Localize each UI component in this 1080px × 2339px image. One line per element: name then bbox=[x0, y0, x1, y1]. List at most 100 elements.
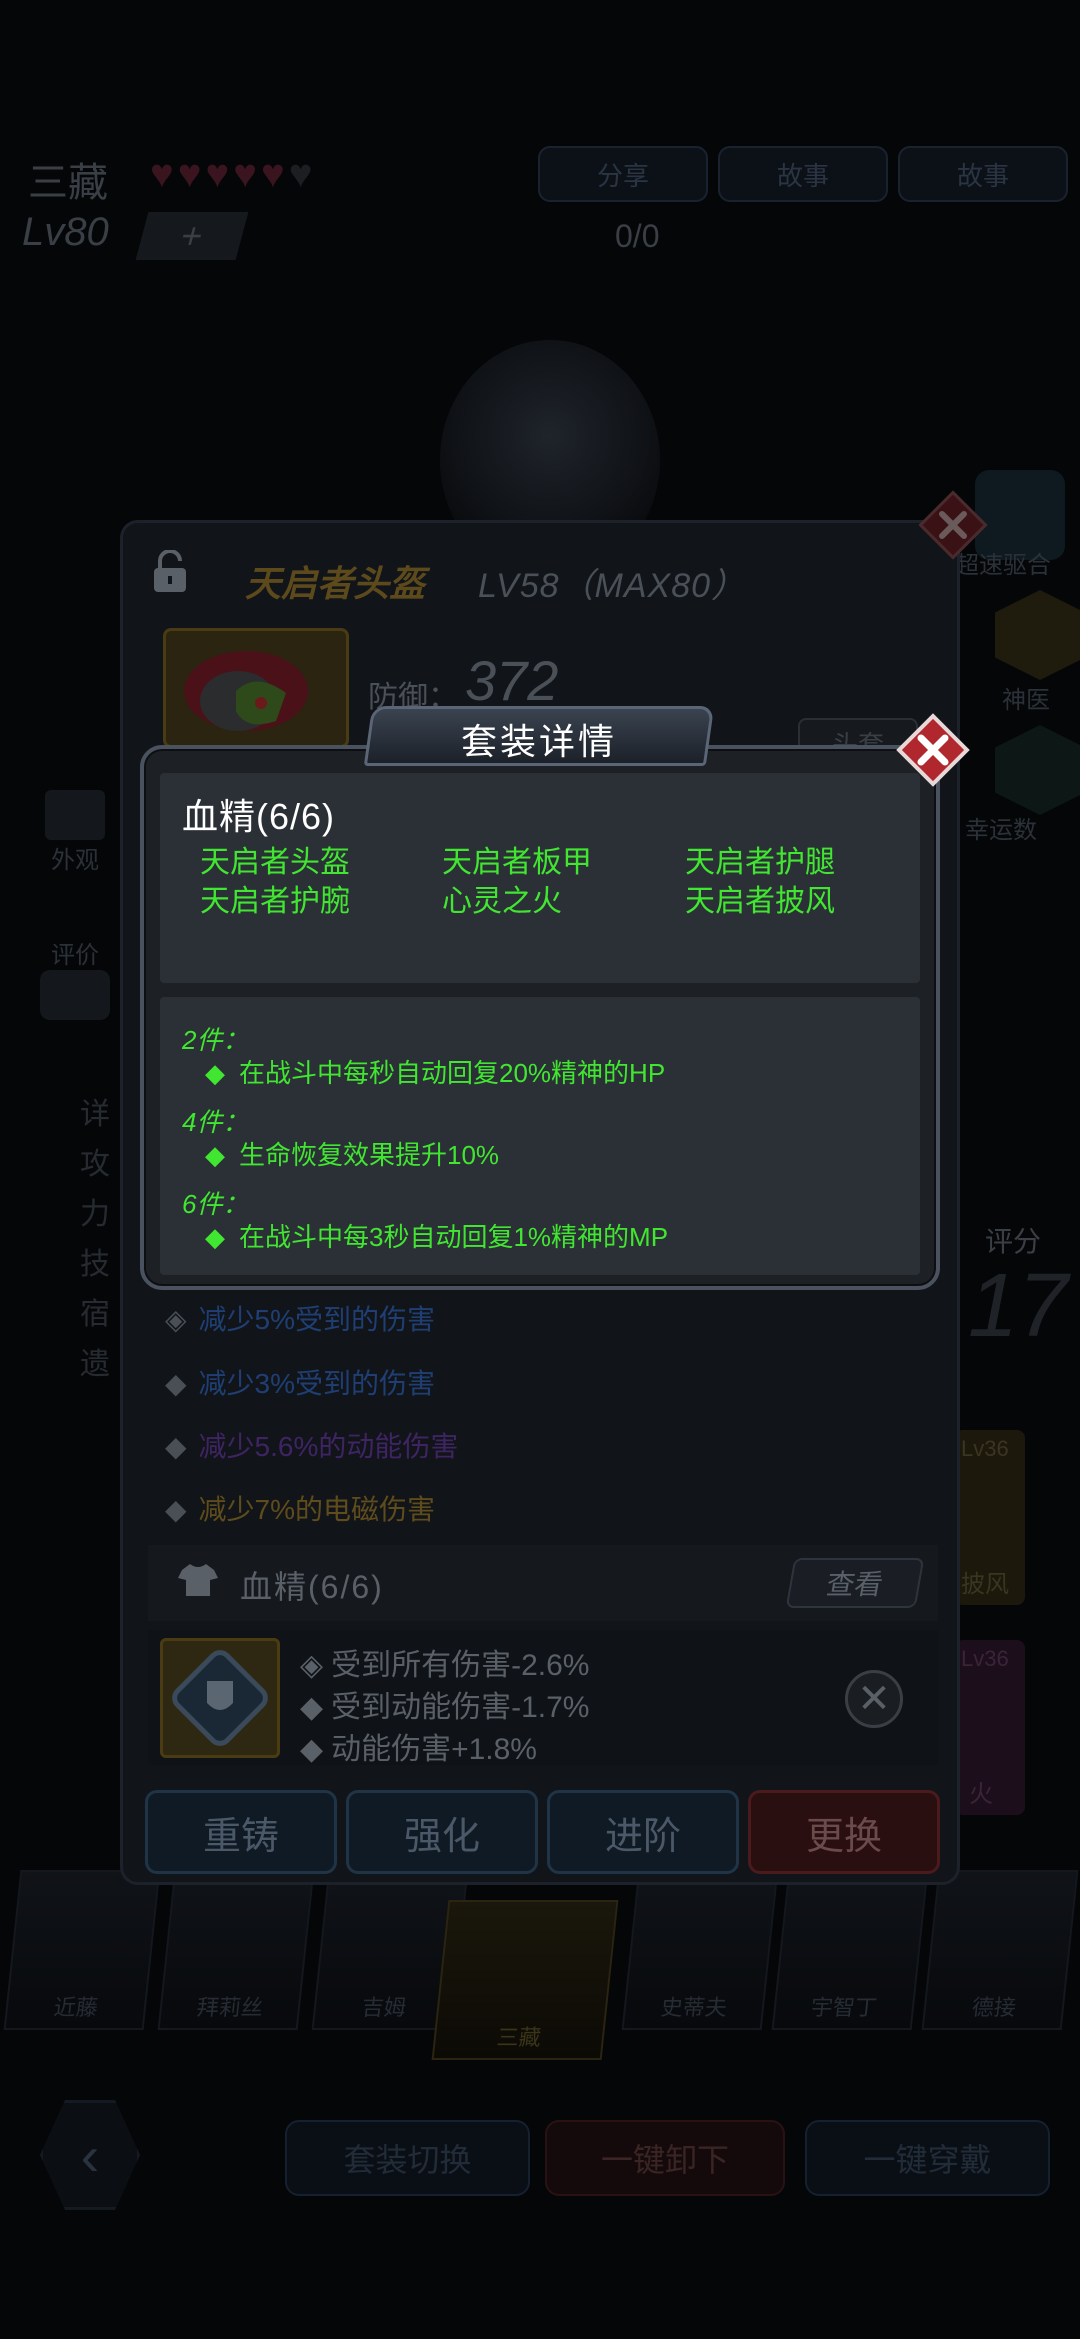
shirt-icon bbox=[45, 790, 105, 840]
attribute-text: 减少5%受到的伤害 bbox=[198, 1304, 436, 1335]
menu-item-skill[interactable]: 技 bbox=[22, 1240, 110, 1290]
gem-stat: ◈ 受到所有伤害-2.6% bbox=[300, 1640, 589, 1684]
gem-stat-text: 受到动能伤害-1.7% bbox=[331, 1691, 590, 1724]
menu-item-attack[interactable]: 攻 bbox=[22, 1140, 110, 1190]
bonus-count: 2件： bbox=[182, 1025, 249, 1055]
equipment-name: 天启者头盔 bbox=[245, 563, 426, 604]
set-piece: 天启者护腿 bbox=[685, 846, 835, 879]
character-name: 德接 bbox=[970, 1995, 1018, 2020]
menu-item-legacy[interactable]: 遗 bbox=[22, 1340, 110, 1390]
menu-item-power[interactable]: 力 bbox=[22, 1190, 110, 1240]
menu-item-detail[interactable]: 详 bbox=[22, 1090, 110, 1140]
bonus-description: ◆ 在战斗中每3秒自动回复1%精神的MP bbox=[205, 1217, 668, 1254]
bonus-text: 生命恢复效果提升10% bbox=[239, 1140, 500, 1170]
diamond-icon: ◆ bbox=[205, 1222, 225, 1252]
tab-review[interactable]: 评价 bbox=[20, 935, 130, 1020]
set-piece: 天启者板甲 bbox=[442, 846, 592, 879]
set-piece: 心灵之火 bbox=[442, 885, 562, 918]
skill-icon-3[interactable] bbox=[995, 725, 1080, 815]
equip-card-fire[interactable]: Lv36 火 bbox=[955, 1640, 1025, 1815]
gem-stat: ◆ 动能伤害+1.8% bbox=[300, 1724, 537, 1768]
character-card[interactable]: 宇智丁 bbox=[771, 1870, 929, 2030]
heart-icon: ♥ bbox=[150, 152, 178, 196]
heart-empty-icon: ♥ bbox=[288, 152, 317, 196]
advance-button[interactable]: 进阶 bbox=[547, 1790, 739, 1874]
bonus-count: 6件： bbox=[182, 1189, 249, 1219]
plus-icon: + bbox=[176, 215, 209, 256]
bonus-text: 在战斗中每3秒自动回复1%精神的MP bbox=[239, 1222, 669, 1252]
character-name: 宇智丁 bbox=[809, 1995, 879, 2020]
tab-label: 评价 bbox=[51, 942, 99, 969]
diamond-icon: ◈ bbox=[165, 1304, 187, 1335]
card-level: Lv36 bbox=[961, 1646, 1009, 1671]
equipment-attribute: ◈ 减少5%受到的伤害 bbox=[165, 1298, 435, 1338]
view-set-button[interactable]: 查看 bbox=[785, 1558, 925, 1608]
story-button[interactable]: 故事 bbox=[718, 146, 888, 202]
character-name: 吉姆 bbox=[360, 1995, 408, 2020]
hero-level: Lv80 bbox=[22, 210, 109, 254]
unlock-icon[interactable] bbox=[152, 550, 188, 594]
set-piece: 天启者头盔 bbox=[200, 846, 350, 879]
bonus-description: ◆ 在战斗中每秒自动回复20%精神的HP bbox=[205, 1053, 665, 1090]
set-row-name: 血精(6/6) bbox=[240, 1569, 384, 1605]
gem-stat: ◆ 受到动能伤害-1.7% bbox=[300, 1682, 589, 1726]
character-name: 拜莉丝 bbox=[195, 1995, 265, 2020]
card-level: Lv36 bbox=[961, 1436, 1009, 1461]
card-name: 火 bbox=[969, 1781, 993, 1808]
character-roster: 近藤 拜莉丝 吉姆 三藏 史蒂夫 宇智丁 德接 bbox=[0, 1870, 1080, 2060]
bonus-description: ◆ 生命恢复效果提升10% bbox=[205, 1135, 499, 1172]
equipment-attribute: ◆ 减少7%的电磁伤害 bbox=[165, 1488, 435, 1528]
set-piece: 天启者护腕 bbox=[200, 885, 350, 918]
character-card-selected[interactable]: 三藏 bbox=[431, 1900, 619, 2060]
side-label: 神医 bbox=[1002, 687, 1050, 714]
side-label: 幸运数 bbox=[965, 817, 1037, 844]
character-name: 史蒂夫 bbox=[659, 1995, 729, 2020]
skill-icon-2[interactable] bbox=[995, 590, 1080, 680]
shirt-icon bbox=[178, 1564, 218, 1596]
popup-title: 套装详情 bbox=[460, 721, 617, 762]
equipment-level: LV58（MAX80） bbox=[478, 567, 747, 605]
level-up-button[interactable]: + bbox=[135, 212, 249, 260]
replace-button[interactable]: 更换 bbox=[748, 1790, 940, 1874]
character-card[interactable]: 德接 bbox=[921, 1870, 1079, 2030]
left-menu: 详 攻 力 技 宿 遗 bbox=[22, 1090, 110, 1390]
equipment-attribute: ◆ 减少3%受到的伤害 bbox=[165, 1362, 435, 1402]
bonus-text: 在战斗中每秒自动回复20%精神的HP bbox=[239, 1058, 666, 1088]
close-icon[interactable] bbox=[918, 490, 988, 560]
diamond-icon: ◆ bbox=[165, 1431, 187, 1462]
heart-icon: ♥ bbox=[177, 152, 206, 196]
defense-value: 372 bbox=[465, 649, 559, 712]
switch-set-button[interactable]: 套装切换 bbox=[285, 2120, 530, 2196]
tab-appearance[interactable]: 外观 bbox=[20, 790, 130, 875]
attribute-text: 减少7%的电磁伤害 bbox=[198, 1494, 436, 1525]
diamond-icon: ◆ bbox=[300, 1691, 324, 1724]
enhance-button[interactable]: 强化 bbox=[346, 1790, 538, 1874]
menu-item-lodging[interactable]: 宿 bbox=[22, 1290, 110, 1340]
unequip-all-button[interactable]: 一键卸下 bbox=[545, 2120, 785, 2196]
diamond-icon: ◆ bbox=[300, 1733, 324, 1766]
share-button[interactable]: 分享 bbox=[538, 146, 708, 202]
character-card[interactable]: 近藤 bbox=[3, 1870, 161, 2030]
chevron-left-icon: ‹ bbox=[80, 2123, 100, 2187]
character-card[interactable]: 史蒂夫 bbox=[621, 1870, 779, 2030]
hearts-rating: ♥♥♥♥♥♥ bbox=[150, 152, 317, 197]
gem-icon[interactable] bbox=[160, 1638, 280, 1758]
equip-all-button[interactable]: 一键穿戴 bbox=[805, 2120, 1050, 2196]
shield-chip-icon bbox=[172, 1650, 268, 1746]
helmet-icon bbox=[184, 651, 308, 731]
remove-gem-button[interactable]: ✕ bbox=[845, 1670, 903, 1728]
card-name: 披风 bbox=[961, 1571, 1009, 1598]
back-button[interactable]: ‹ bbox=[40, 2100, 140, 2210]
chat-icon bbox=[40, 970, 110, 1020]
character-name: 三藏 bbox=[495, 2025, 543, 2050]
bonus-count: 4件： bbox=[182, 1107, 249, 1137]
character-card[interactable]: 拜莉丝 bbox=[157, 1870, 315, 2030]
close-icon: ✕ bbox=[857, 1677, 891, 1721]
score-label: 评分 bbox=[985, 1226, 1042, 1257]
equip-card-cape[interactable]: Lv36 披风 bbox=[955, 1430, 1025, 1605]
character-name: 近藤 bbox=[52, 1995, 100, 2020]
reforge-button[interactable]: 重铸 bbox=[145, 1790, 337, 1874]
attribute-text: 减少3%受到的伤害 bbox=[198, 1368, 436, 1399]
story-button-2[interactable]: 故事 bbox=[898, 146, 1068, 202]
score-value: 17 bbox=[968, 1256, 1069, 1356]
